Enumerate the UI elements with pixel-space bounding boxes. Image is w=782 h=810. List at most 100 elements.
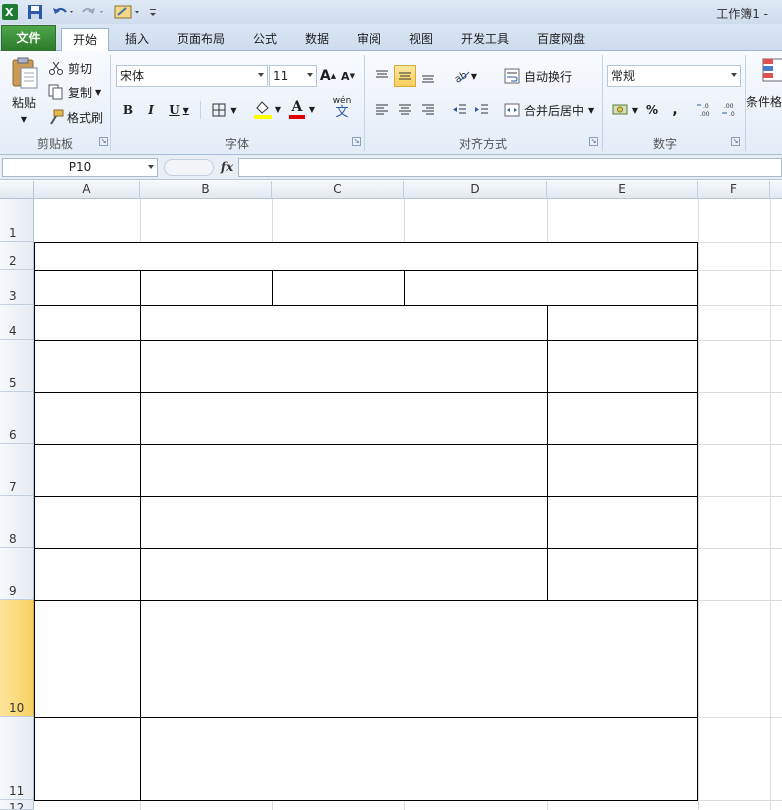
merged-cell-b11-e11[interactable] bbox=[140, 717, 698, 801]
save-icon[interactable] bbox=[26, 3, 44, 21]
font-launcher-icon[interactable]: ↘ bbox=[352, 137, 361, 146]
align-middle-button[interactable] bbox=[394, 65, 416, 87]
cell-a8[interactable] bbox=[34, 496, 141, 549]
merged-cell-b6-d6[interactable] bbox=[140, 392, 548, 445]
merged-cell-b7-d7[interactable] bbox=[140, 444, 548, 497]
paste-dropdown-icon[interactable]: ▼ bbox=[21, 115, 27, 124]
undo-icon[interactable] bbox=[50, 3, 76, 21]
shrink-font-button[interactable]: A ▼ bbox=[340, 66, 356, 86]
underline-button[interactable]: U ▼ bbox=[165, 100, 193, 120]
formula-bar-toggle[interactable] bbox=[164, 159, 214, 176]
tab-developer[interactable]: 开发工具 bbox=[451, 28, 519, 51]
redo-icon[interactable] bbox=[80, 3, 106, 21]
column-header-a[interactable]: A bbox=[34, 181, 140, 199]
format-painter-button[interactable]: 格式刷 bbox=[48, 107, 108, 127]
align-top-button[interactable] bbox=[372, 65, 392, 87]
column-header-c[interactable]: C bbox=[272, 181, 404, 199]
merged-cell-b4-d4[interactable] bbox=[140, 305, 548, 341]
copy-dropdown-icon[interactable]: ▼ bbox=[95, 88, 101, 97]
customize-icon[interactable] bbox=[112, 3, 142, 21]
number-launcher-icon[interactable]: ↘ bbox=[731, 137, 740, 146]
conditional-format-button[interactable]: 条件格式 bbox=[746, 55, 782, 125]
decrease-decimal-button[interactable]: .00.0 bbox=[720, 99, 742, 121]
cell-a5[interactable] bbox=[34, 340, 141, 393]
cell-e9[interactable] bbox=[547, 548, 698, 601]
wrap-text-button[interactable]: 自动换行 bbox=[504, 65, 582, 87]
merged-cell-b9-d9[interactable] bbox=[140, 548, 548, 601]
paste-button[interactable]: 粘贴 ▼ bbox=[6, 55, 42, 125]
cell-e7[interactable] bbox=[547, 444, 698, 497]
cell-e6[interactable] bbox=[547, 392, 698, 445]
row-header-8[interactable]: 8 bbox=[0, 496, 34, 548]
insert-function-icon[interactable]: fx bbox=[218, 158, 236, 176]
row-header-11[interactable]: 11 bbox=[0, 717, 34, 800]
cell-c3[interactable] bbox=[272, 270, 405, 306]
cell-a7[interactable] bbox=[34, 444, 141, 497]
borders-button[interactable]: ▼ bbox=[208, 100, 240, 120]
align-bottom-button[interactable] bbox=[418, 65, 438, 87]
merged-cell-a2-e2[interactable] bbox=[34, 242, 698, 271]
merged-cell-d3-e3[interactable] bbox=[404, 270, 698, 306]
row-header-10[interactable]: 10 bbox=[0, 600, 34, 717]
row-header-1[interactable]: 1 bbox=[0, 199, 34, 242]
quick-access-dropdown-icon[interactable] bbox=[148, 3, 158, 21]
name-box[interactable]: P10 bbox=[2, 158, 158, 177]
fill-color-button[interactable]: ▼ bbox=[250, 98, 284, 120]
cell-a11[interactable] bbox=[34, 717, 141, 801]
cell-a6[interactable] bbox=[34, 392, 141, 445]
cell-b3[interactable] bbox=[140, 270, 273, 306]
cell-a10[interactable] bbox=[34, 600, 141, 718]
increase-indent-button[interactable] bbox=[472, 99, 492, 121]
select-all-corner[interactable] bbox=[0, 181, 34, 199]
accounting-format-button[interactable]: ▼ bbox=[609, 99, 641, 121]
cell-e8[interactable] bbox=[547, 496, 698, 549]
decrease-indent-button[interactable] bbox=[450, 99, 470, 121]
number-format-combo[interactable]: 常规 bbox=[607, 65, 741, 87]
bold-button[interactable]: B bbox=[119, 100, 137, 120]
cell-a9[interactable] bbox=[34, 548, 141, 601]
align-left-button[interactable] bbox=[372, 99, 392, 121]
tab-formulas[interactable]: 公式 bbox=[241, 28, 289, 51]
orientation-button[interactable]: ab ▼ bbox=[450, 65, 480, 87]
merged-cell-b5-d5[interactable] bbox=[140, 340, 548, 393]
row-header-7[interactable]: 7 bbox=[0, 444, 34, 496]
formula-input[interactable] bbox=[238, 158, 782, 177]
tab-review[interactable]: 审阅 bbox=[345, 28, 393, 51]
cell-a4[interactable] bbox=[34, 305, 141, 341]
tab-data[interactable]: 数据 bbox=[293, 28, 341, 51]
row-header-5[interactable]: 5 bbox=[0, 340, 34, 392]
merged-cell-b10-e10[interactable] bbox=[140, 600, 698, 718]
phonetic-button[interactable]: wén 文 bbox=[327, 96, 357, 120]
cut-button[interactable]: 剪切 bbox=[48, 58, 98, 78]
row-header-12[interactable]: 12 bbox=[0, 800, 34, 810]
italic-button[interactable]: I bbox=[142, 100, 160, 120]
tab-view[interactable]: 视图 bbox=[397, 28, 445, 51]
font-color-button[interactable]: A ▼ bbox=[285, 98, 319, 120]
align-right-button[interactable] bbox=[418, 99, 438, 121]
row-header-4[interactable]: 4 bbox=[0, 305, 34, 340]
column-header-d[interactable]: D bbox=[404, 181, 547, 199]
column-header-g[interactable] bbox=[770, 181, 782, 199]
merged-cell-b8-d8[interactable] bbox=[140, 496, 548, 549]
merge-center-button[interactable]: 合并后居中 ▼ bbox=[504, 99, 598, 121]
column-header-b[interactable]: B bbox=[140, 181, 272, 199]
column-header-f[interactable]: F bbox=[698, 181, 770, 199]
font-name-combo[interactable]: 宋体 bbox=[116, 65, 268, 87]
alignment-launcher-icon[interactable]: ↘ bbox=[589, 137, 598, 146]
row-header-9[interactable]: 9 bbox=[0, 548, 34, 600]
grow-font-button[interactable]: A ▲ bbox=[320, 66, 336, 86]
percent-button[interactable]: % bbox=[643, 99, 661, 121]
tab-insert[interactable]: 插入 bbox=[113, 28, 161, 51]
row-header-3[interactable]: 3 bbox=[0, 270, 34, 305]
row-header-6[interactable]: 6 bbox=[0, 392, 34, 444]
cell-e5[interactable] bbox=[547, 340, 698, 393]
tab-page-layout[interactable]: 页面布局 bbox=[167, 28, 235, 51]
cell-a3[interactable] bbox=[34, 270, 141, 306]
tab-file[interactable]: 文件 bbox=[1, 25, 56, 51]
tab-baidu-netdisk[interactable]: 百度网盘 bbox=[527, 28, 595, 51]
cell-e4[interactable] bbox=[547, 305, 698, 341]
row-header-2[interactable]: 2 bbox=[0, 242, 34, 270]
column-header-e[interactable]: E bbox=[547, 181, 698, 199]
comma-button[interactable]: , bbox=[666, 99, 684, 121]
align-center-button[interactable] bbox=[395, 99, 415, 121]
